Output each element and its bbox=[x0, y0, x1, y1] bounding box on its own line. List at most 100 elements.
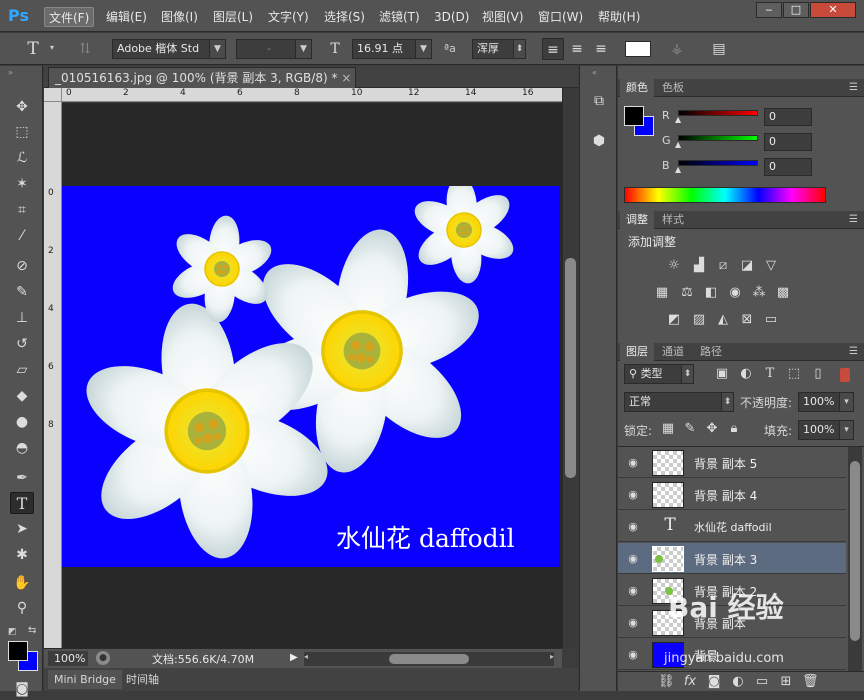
channel-r-value[interactable]: 0 bbox=[764, 108, 812, 126]
document-tab[interactable]: _010516163.jpg @ 100% (背景 副本 3, RGB/8) *… bbox=[48, 67, 357, 89]
eyedropper-tool-icon[interactable]: ⁄ bbox=[10, 225, 34, 247]
tab-channels[interactable]: 通道 bbox=[656, 343, 690, 361]
pen-tool-icon[interactable]: ✒ bbox=[10, 467, 34, 489]
lock-position-icon[interactable]: ✥ bbox=[704, 421, 720, 437]
link-layers-icon[interactable]: ⛓ bbox=[658, 674, 675, 690]
align-right-icon[interactable]: ≡ bbox=[590, 38, 612, 60]
lock-paint-icon[interactable]: ✎ bbox=[682, 421, 698, 437]
path-selection-tool-icon[interactable]: ➤ bbox=[10, 518, 34, 540]
new-group-icon[interactable]: ▭ bbox=[754, 674, 770, 690]
3d-panel-icon[interactable]: ⬢ bbox=[588, 130, 610, 152]
lock-all-icon[interactable]: 🔒︎ bbox=[726, 421, 742, 437]
channel-g-slider[interactable] bbox=[678, 135, 758, 141]
menu-select[interactable]: 选择(S) bbox=[320, 7, 369, 27]
menu-layer[interactable]: 图层(L) bbox=[209, 7, 257, 27]
blur-tool-icon[interactable]: ● bbox=[10, 411, 34, 433]
character-panel-icon[interactable]: ▤ bbox=[708, 38, 730, 60]
exposure-icon[interactable]: ◪ bbox=[739, 258, 755, 274]
curves-icon[interactable]: ⧄ bbox=[715, 258, 731, 274]
close-tab-icon[interactable]: × bbox=[341, 68, 351, 89]
posterize-icon[interactable]: ▨ bbox=[691, 312, 707, 328]
blend-mode-select[interactable]: 正常 ⬍ bbox=[624, 392, 734, 412]
menu-window[interactable]: 窗口(W) bbox=[534, 7, 587, 27]
brightness-contrast-icon[interactable]: ☼ bbox=[666, 258, 682, 274]
layers-scroll-thumb[interactable] bbox=[850, 461, 860, 641]
channel-b-value[interactable]: 0 bbox=[764, 158, 812, 176]
panel-menu-icon[interactable]: ☰ bbox=[849, 79, 858, 97]
color-foreground-swatch[interactable] bbox=[624, 106, 644, 126]
filter-smart-object-icon[interactable]: ▯ bbox=[810, 366, 826, 382]
fill-input[interactable]: 100% ▾ bbox=[798, 420, 854, 440]
layer-row[interactable]: ◉ 背景 副本 4 bbox=[618, 479, 846, 510]
visibility-eye-icon[interactable]: ◉ bbox=[626, 584, 640, 598]
status-menu-arrow-icon[interactable]: ▶ bbox=[290, 652, 298, 663]
visibility-eye-icon[interactable]: ◉ bbox=[626, 616, 640, 630]
font-style-select[interactable]: - ▼ bbox=[236, 39, 312, 59]
font-family-select[interactable]: Adobe 楷体 Std ▼ bbox=[112, 39, 226, 59]
text-color-swatch[interactable] bbox=[625, 41, 651, 57]
selective-color-icon[interactable]: ⊠ bbox=[739, 312, 755, 328]
filter-shape-icon[interactable]: ⬚ bbox=[786, 366, 802, 382]
menu-image[interactable]: 图像(I) bbox=[157, 7, 202, 27]
menu-view[interactable]: 视图(V) bbox=[478, 7, 528, 27]
orientation-toggle-icon[interactable]: ⇅ bbox=[74, 38, 96, 60]
quick-mask-icon[interactable]: ◙ bbox=[10, 678, 34, 700]
vertical-scroll-thumb[interactable] bbox=[565, 258, 576, 478]
color-spectrum-bar[interactable] bbox=[624, 187, 826, 203]
hand-tool-icon[interactable]: ✋ bbox=[10, 572, 34, 594]
history-brush-tool-icon[interactable]: ↺ bbox=[10, 333, 34, 355]
vertical-scrollbar[interactable] bbox=[562, 88, 578, 648]
delete-layer-icon[interactable]: 🗑︎ bbox=[802, 674, 819, 690]
vertical-ruler[interactable]: 0 2 4 6 8 bbox=[44, 102, 62, 648]
filter-toggle[interactable] bbox=[840, 368, 850, 382]
horizontal-scrollbar[interactable]: ◂ ▸ bbox=[304, 652, 554, 666]
layers-scrollbar[interactable] bbox=[848, 447, 862, 671]
tab-mini-bridge[interactable]: Mini Bridge bbox=[48, 670, 122, 689]
visibility-eye-icon[interactable]: ◉ bbox=[626, 520, 640, 534]
scroll-right-icon[interactable]: ▸ bbox=[550, 652, 554, 661]
visibility-eye-icon[interactable]: ◉ bbox=[626, 456, 640, 470]
healing-brush-tool-icon[interactable]: ⊘ bbox=[10, 255, 34, 277]
layer-row[interactable]: ◉ 背景 副本 5 bbox=[618, 447, 846, 478]
tab-timeline[interactable]: 时间轴 bbox=[120, 670, 165, 689]
minimize-button[interactable]: ‒ bbox=[756, 2, 782, 18]
tab-swatches[interactable]: 色板 bbox=[656, 79, 690, 97]
visibility-eye-icon[interactable]: ◉ bbox=[626, 552, 640, 566]
filter-type-icon[interactable]: T bbox=[762, 366, 778, 382]
menu-filter[interactable]: 滤镜(T) bbox=[375, 7, 424, 27]
canvas-text-layer[interactable]: 水仙花 daffodil bbox=[336, 519, 515, 555]
add-mask-icon[interactable]: ◙ bbox=[706, 674, 722, 690]
font-size-select[interactable]: 16.91 点 ▼ bbox=[352, 39, 432, 59]
crop-tool-icon[interactable]: ⌗ bbox=[10, 199, 34, 221]
tab-adjustments[interactable]: 调整 bbox=[620, 211, 654, 229]
default-colors-icon[interactable]: ◩ bbox=[8, 627, 17, 637]
type-tool-icon[interactable]: T bbox=[10, 492, 34, 514]
opacity-input[interactable]: 100% ▾ bbox=[798, 392, 854, 412]
type-tool-preset-icon[interactable]: T bbox=[22, 38, 44, 60]
warp-text-icon[interactable]: ⚶ bbox=[666, 38, 688, 60]
layer-row-selected[interactable]: ◉ 背景 副本 3 bbox=[618, 543, 846, 574]
zoom-tool-icon[interactable]: ⚲ bbox=[10, 597, 34, 619]
align-left-icon[interactable]: ≡ bbox=[542, 38, 564, 60]
custom-shape-tool-icon[interactable]: ✱ bbox=[10, 544, 34, 566]
color-balance-icon[interactable]: ⚖ bbox=[679, 285, 695, 301]
panel-menu-icon[interactable]: ☰ bbox=[849, 211, 858, 229]
gradient-map-icon[interactable]: ▭ bbox=[763, 312, 779, 328]
status-info-icon[interactable]: ● bbox=[96, 651, 110, 665]
levels-icon[interactable]: ▟ bbox=[691, 258, 707, 274]
new-adjustment-icon[interactable]: ◐ bbox=[730, 674, 746, 690]
slider-handle-icon[interactable]: ▲ bbox=[675, 140, 681, 149]
tab-paths[interactable]: 路径 bbox=[694, 343, 728, 361]
menu-file[interactable]: 文件(F) bbox=[44, 7, 95, 27]
channel-mixer-icon[interactable]: ⁂ bbox=[751, 285, 767, 301]
collapse-icon[interactable]: » bbox=[8, 68, 13, 77]
menu-edit[interactable]: 编辑(E) bbox=[102, 7, 151, 27]
channel-b-slider[interactable] bbox=[678, 160, 758, 166]
channel-r-slider[interactable] bbox=[678, 110, 758, 116]
lock-transparent-icon[interactable]: ▦ bbox=[660, 421, 676, 437]
color-lookup-icon[interactable]: ▩ bbox=[775, 285, 791, 301]
lasso-tool-icon[interactable]: ℒ bbox=[10, 147, 34, 169]
tab-styles[interactable]: 样式 bbox=[656, 211, 690, 229]
slider-handle-icon[interactable]: ▲ bbox=[675, 115, 681, 124]
horizontal-scroll-thumb[interactable] bbox=[389, 654, 469, 664]
